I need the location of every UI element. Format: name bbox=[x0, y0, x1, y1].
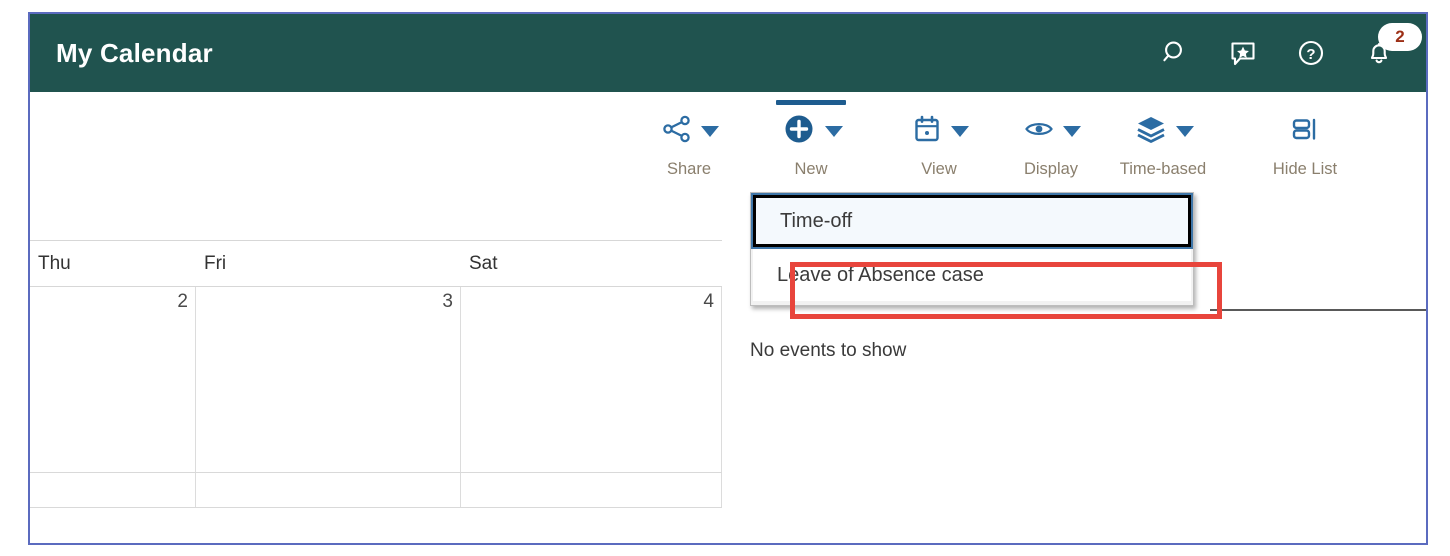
events-pane-divider bbox=[1210, 309, 1426, 311]
search-icon[interactable] bbox=[1158, 36, 1192, 70]
no-events-message: No events to show bbox=[750, 340, 907, 361]
menu-item-time-off[interactable]: Time-off bbox=[751, 193, 1193, 249]
calendar-header-row: Thu Fri Sat bbox=[30, 240, 722, 287]
calendar-grid: Thu Fri Sat 2 3 4 bbox=[30, 240, 722, 543]
calendar-col-header-thu: Thu bbox=[38, 252, 71, 274]
toolbar-active-indicator bbox=[776, 100, 846, 105]
toolbar-share-button[interactable]: Share bbox=[630, 104, 748, 179]
view-glyph-row bbox=[880, 104, 998, 158]
notification-count-badge: 2 bbox=[1378, 23, 1422, 51]
calendar-day-cell[interactable]: 3 bbox=[196, 287, 461, 472]
feedback-chat-star-icon[interactable] bbox=[1226, 36, 1260, 70]
toolbar-share-label: Share bbox=[666, 160, 712, 178]
notifications-bell-icon[interactable]: 2 bbox=[1362, 23, 1422, 70]
calendar-day-cell[interactable]: 2 bbox=[30, 287, 196, 472]
new-chevron-down-icon[interactable] bbox=[824, 125, 843, 137]
toolbar-new-button[interactable]: New bbox=[752, 100, 870, 179]
calendar-day-cell[interactable]: 4 bbox=[461, 287, 722, 472]
calendar-week-row-partial bbox=[30, 473, 722, 508]
svg-text:?: ? bbox=[1306, 46, 1315, 63]
toolbar-timebased-button[interactable]: Time-based bbox=[1104, 104, 1222, 179]
eye-icon bbox=[1022, 112, 1056, 151]
display-chevron-down-icon[interactable] bbox=[1062, 125, 1081, 137]
calendar-day-number: 3 bbox=[442, 291, 453, 312]
toolbar-new-label: New bbox=[794, 160, 828, 178]
toolbar-display-label: Display bbox=[1023, 160, 1079, 178]
help-icon[interactable]: ? bbox=[1294, 36, 1328, 70]
share-nodes-icon bbox=[660, 112, 694, 151]
timebased-chevron-down-icon[interactable] bbox=[1175, 125, 1194, 137]
app-header-bar: My Calendar ? 2 bbox=[30, 14, 1426, 92]
calendar-day-cell[interactable] bbox=[196, 473, 461, 507]
new-dropdown-menu: Time-off Leave of Absence case bbox=[750, 192, 1194, 306]
calendar-day-number: 4 bbox=[703, 291, 714, 312]
layers-glyph-row bbox=[1104, 104, 1222, 158]
layers-icon bbox=[1133, 111, 1169, 152]
share-glyph-row bbox=[630, 104, 748, 158]
display-glyph-row bbox=[992, 104, 1110, 158]
plus-circle-icon[interactable] bbox=[780, 110, 818, 153]
header-action-icons: ? 2 bbox=[1158, 23, 1422, 70]
view-chevron-down-icon[interactable] bbox=[950, 125, 969, 137]
command-toolbar: Share New View Display Time-based Hide L… bbox=[30, 92, 1426, 220]
toolbar-view-label: View bbox=[921, 160, 957, 178]
toolbar-display-button[interactable]: Display bbox=[992, 104, 1110, 179]
hide-list-icon bbox=[1288, 112, 1322, 151]
share-chevron-down-icon[interactable] bbox=[700, 125, 719, 137]
application-window: My Calendar ? 2 Share New View Display T… bbox=[28, 12, 1428, 545]
hidelist-glyph-row bbox=[1246, 104, 1364, 158]
calendar-col-header-sat: Sat bbox=[469, 252, 498, 274]
new-glyph-row bbox=[752, 104, 870, 158]
calendar-day-number: 2 bbox=[177, 291, 188, 312]
toolbar-hide-list-button[interactable]: Hide List bbox=[1246, 104, 1364, 179]
toolbar-hide-list-label: Hide List bbox=[1272, 160, 1338, 178]
page-title: My Calendar bbox=[56, 37, 213, 68]
toolbar-view-button[interactable]: View bbox=[880, 104, 998, 179]
calendar-day-cell[interactable] bbox=[30, 473, 196, 507]
calendar-week-row: 2 3 4 bbox=[30, 287, 722, 473]
calendar-icon bbox=[910, 112, 944, 151]
toolbar-timebased-label: Time-based bbox=[1119, 160, 1207, 178]
calendar-day-cell[interactable] bbox=[461, 473, 722, 507]
calendar-col-header-fri: Fri bbox=[204, 252, 227, 274]
menu-item-leave-of-absence-case[interactable]: Leave of Absence case bbox=[753, 249, 1191, 301]
